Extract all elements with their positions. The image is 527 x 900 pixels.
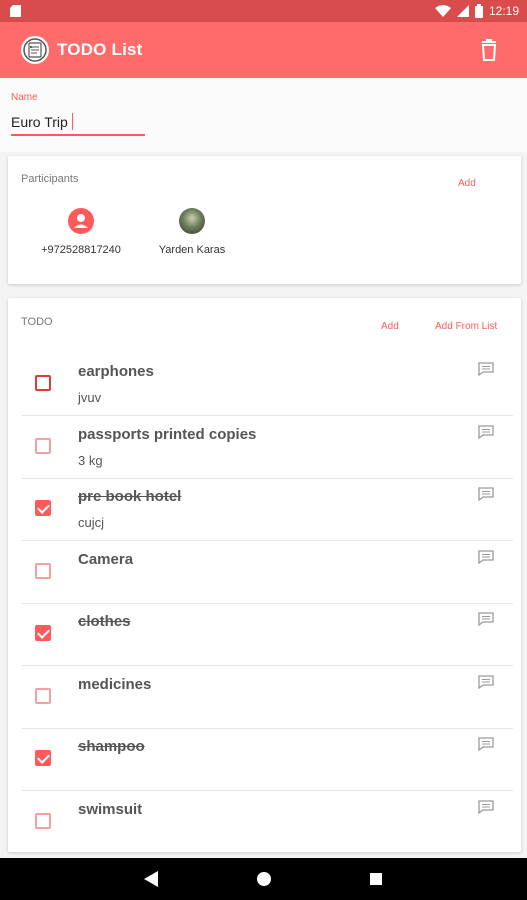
comment-icon[interactable] (478, 799, 494, 814)
checkbox[interactable] (35, 812, 51, 829)
participant-item[interactable]: Yarden Karas (137, 208, 247, 256)
comment-icon[interactable] (478, 737, 494, 751)
recent-apps-icon[interactable] (370, 873, 382, 885)
todo-item[interactable]: medicines (8, 667, 521, 729)
todo-item-title: Camera (78, 550, 134, 568)
todo-item[interactable]: shampoo (8, 729, 521, 791)
back-icon[interactable] (144, 871, 158, 887)
todo-item-title: passports printed copies (78, 425, 257, 443)
todo-title: TODO (21, 316, 53, 328)
app-title: TODO List (57, 40, 143, 59)
comment-icon[interactable] (478, 424, 494, 439)
app-logo-icon (21, 36, 49, 64)
todo-item-title: clothes (78, 613, 131, 630)
navigation-bar (0, 858, 527, 900)
todo-card: TODO Add Add From List earphones jvuv pass… (8, 298, 521, 852)
todo-item-note: cujcj (78, 515, 105, 530)
checkbox[interactable] (35, 375, 51, 391)
app-bar: TODO List (0, 22, 527, 78)
todo-item[interactable]: earphones jvuv (8, 354, 521, 416)
todo-item-title: medicines (78, 675, 152, 693)
checkbox-checked[interactable] (35, 625, 51, 641)
checkbox[interactable] (35, 437, 51, 454)
comment-icon[interactable] (478, 549, 494, 564)
participant-name: +972528817240 (41, 244, 121, 256)
todo-item[interactable]: passports printed copies 3 kg (8, 417, 521, 479)
todo-item[interactable]: clothes (8, 604, 521, 666)
participants-card: Participants Add +972528817240 Yarden Ka… (8, 156, 521, 284)
signal-icon (456, 5, 469, 17)
participants-title: Participants (21, 173, 79, 185)
name-input[interactable]: Euro Trip (11, 114, 68, 130)
todo-item[interactable]: swimsuit (8, 792, 521, 853)
participant-name: Yarden Karas (158, 244, 226, 256)
name-section: Name Euro Trip (0, 78, 527, 152)
checkbox[interactable] (35, 562, 51, 579)
todo-item[interactable]: Camera (8, 542, 521, 604)
checkbox-checked[interactable] (35, 500, 51, 516)
sim-card-icon (10, 5, 21, 17)
comment-icon[interactable] (478, 487, 494, 501)
checkbox-checked[interactable] (35, 750, 51, 766)
todo-item-title: earphones (78, 363, 154, 380)
add-participant-button[interactable]: Add (458, 178, 476, 189)
add-todo-button[interactable]: Add (381, 321, 399, 332)
battery-icon (474, 4, 483, 18)
todo-item-note: 3 kg (78, 452, 103, 468)
todo-item-title: swimsuit (78, 800, 143, 818)
status-bar: 12:19 (0, 0, 527, 22)
todo-item-title: pre book hotel (78, 488, 182, 505)
participant-item[interactable]: +972528817240 (26, 208, 136, 256)
checkbox[interactable] (35, 687, 51, 704)
status-icons: 12:19 (434, 2, 519, 20)
person-icon (68, 208, 94, 234)
home-icon[interactable] (257, 872, 271, 886)
todo-item-note: jvuv (78, 390, 102, 405)
status-time: 12:19 (488, 4, 519, 18)
trash-icon[interactable] (477, 38, 501, 62)
add-from-list-button[interactable]: Add From List (435, 321, 497, 332)
comment-icon[interactable] (478, 674, 494, 689)
text-caret (72, 113, 73, 130)
name-label: Name (11, 92, 38, 103)
name-underline (11, 134, 145, 136)
photo-avatar (179, 208, 205, 234)
comment-icon[interactable] (478, 362, 494, 376)
wifi-icon (434, 5, 451, 17)
todo-item-title: shampoo (78, 738, 145, 755)
comment-icon[interactable] (478, 612, 494, 626)
todo-item[interactable]: pre book hotel cujcj (8, 479, 521, 541)
